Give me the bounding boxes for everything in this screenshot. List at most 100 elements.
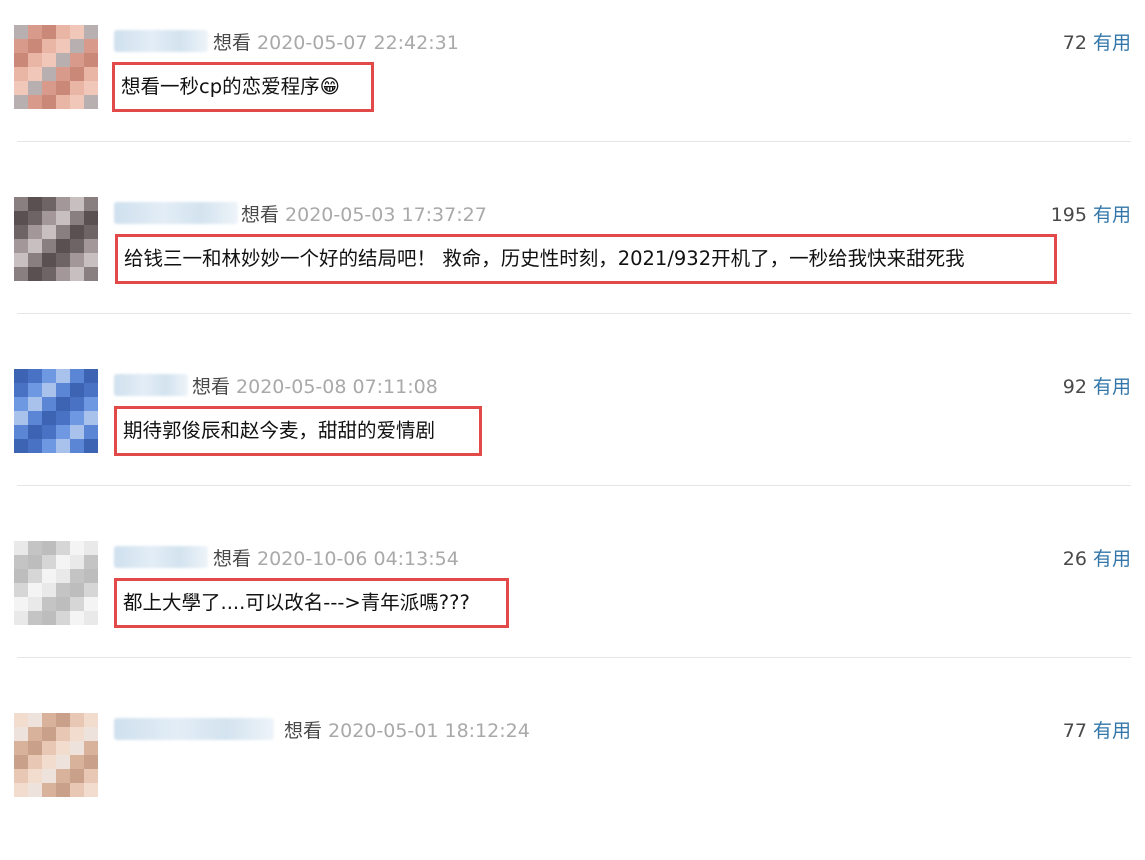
avatar-mosaic-cell: [14, 541, 28, 555]
avatar-mosaic-cell: [56, 555, 70, 569]
useful-link[interactable]: 有用: [1093, 32, 1131, 54]
watch-status: 想看: [284, 720, 323, 742]
comment-time: 2020-05-08 07:11:08: [236, 376, 438, 398]
avatar-mosaic-cell: [28, 25, 42, 39]
comment-item: 想看 2020-05-03 17:37:27 195 有用 给钱三一和林妙妙一个好的…: [0, 172, 1145, 344]
avatar-mosaic-cell: [28, 769, 42, 783]
divider: [17, 141, 1131, 142]
avatar-mosaic-cell: [84, 25, 98, 39]
avatar-mosaic-cell: [42, 397, 56, 411]
comment-text: 想看一秒cp的恋爱程序😁: [121, 75, 340, 98]
avatar-mosaic-cell: [84, 267, 98, 281]
comment-meta: 想看 2020-05-08 07:11:08: [192, 374, 438, 400]
username-blurred[interactable]: [114, 718, 274, 740]
avatar-mosaic-cell: [84, 741, 98, 755]
avatar-mosaic-cell: [70, 383, 84, 397]
avatar-mosaic-cell: [56, 755, 70, 769]
avatar[interactable]: [14, 197, 98, 283]
avatar-mosaic-cell: [70, 713, 84, 727]
avatar[interactable]: [14, 713, 98, 799]
avatar-mosaic-cell: [42, 741, 56, 755]
watch-status: 想看: [213, 548, 252, 570]
avatar-mosaic-cell: [42, 755, 56, 769]
avatar-mosaic-cell: [56, 597, 70, 611]
avatar-mosaic-cell: [28, 583, 42, 597]
avatar-mosaic-cell: [70, 53, 84, 67]
useful-link[interactable]: 有用: [1093, 376, 1131, 398]
avatar-mosaic-cell: [28, 755, 42, 769]
avatar-mosaic-cell: [56, 369, 70, 383]
avatar-mosaic-cell: [14, 755, 28, 769]
avatar-mosaic-cell: [28, 397, 42, 411]
avatar-mosaic-cell: [28, 411, 42, 425]
avatar-mosaic-cell: [70, 239, 84, 253]
avatar-mosaic-cell: [70, 783, 84, 797]
comment-text-highlight: 给钱三一和林妙妙一个好的结局吧！ 救命，历史性时刻，2021/932开机了，一秒…: [115, 234, 1057, 284]
avatar-mosaic-cell: [28, 541, 42, 555]
useful-link[interactable]: 有用: [1093, 204, 1131, 226]
avatar-mosaic-cell: [14, 81, 28, 95]
avatar-mosaic-cell: [28, 555, 42, 569]
avatar-mosaic-cell: [84, 611, 98, 625]
avatar-mosaic-cell: [56, 583, 70, 597]
avatar-mosaic-cell: [42, 267, 56, 281]
comment-time: 2020-05-07 22:42:31: [257, 32, 459, 54]
avatar-mosaic-cell: [56, 439, 70, 453]
comment-meta: 想看 2020-05-01 18:12:24: [284, 718, 530, 744]
useful-link[interactable]: 有用: [1093, 720, 1131, 742]
avatar-mosaic-cell: [56, 425, 70, 439]
avatar-mosaic-cell: [28, 727, 42, 741]
avatar-mosaic-cell: [70, 439, 84, 453]
avatar-mosaic-cell: [70, 583, 84, 597]
avatar-mosaic-cell: [84, 95, 98, 109]
avatar-mosaic-cell: [42, 25, 56, 39]
avatar-mosaic-cell: [70, 555, 84, 569]
avatar-mosaic-cell: [56, 239, 70, 253]
avatar-mosaic-cell: [70, 727, 84, 741]
avatar-mosaic-cell: [56, 727, 70, 741]
avatar[interactable]: [14, 541, 98, 627]
avatar-mosaic-cell: [14, 783, 28, 797]
avatar-mosaic-cell: [56, 211, 70, 225]
avatar-mosaic-cell: [84, 555, 98, 569]
comment-text: 给钱三一和林妙妙一个好的结局吧！ 救命，历史性时刻，2021/932开机了，一秒…: [124, 247, 965, 270]
username-blurred[interactable]: [114, 374, 188, 396]
username-blurred[interactable]: [114, 546, 208, 568]
avatar-mosaic-cell: [28, 783, 42, 797]
avatar-mosaic-cell: [28, 267, 42, 281]
avatar-mosaic-cell: [70, 597, 84, 611]
avatar-mosaic-cell: [14, 411, 28, 425]
avatar-mosaic-cell: [42, 369, 56, 383]
avatar-mosaic-cell: [56, 741, 70, 755]
vote-count: 77: [1062, 720, 1087, 742]
useful-link[interactable]: 有用: [1093, 548, 1131, 570]
vote-count: 92: [1062, 376, 1087, 398]
avatar-mosaic-cell: [14, 369, 28, 383]
avatar-mosaic-cell: [84, 439, 98, 453]
avatar-mosaic-cell: [56, 383, 70, 397]
avatar-mosaic-cell: [42, 81, 56, 95]
avatar[interactable]: [14, 369, 98, 455]
avatar-mosaic-cell: [70, 211, 84, 225]
comment-item: 想看 2020-05-01 18:12:24 77 有用: [0, 688, 1145, 860]
avatar-mosaic-cell: [84, 755, 98, 769]
avatar-mosaic-cell: [70, 755, 84, 769]
avatar-mosaic-cell: [14, 211, 28, 225]
avatar-mosaic-cell: [84, 569, 98, 583]
avatar[interactable]: [14, 25, 98, 111]
avatar-mosaic-cell: [14, 267, 28, 281]
avatar-mosaic-cell: [70, 81, 84, 95]
avatar-mosaic-cell: [28, 713, 42, 727]
avatar-mosaic-cell: [84, 253, 98, 267]
username-blurred[interactable]: [114, 30, 208, 52]
avatar-mosaic-cell: [70, 541, 84, 555]
avatar-mosaic-cell: [28, 611, 42, 625]
avatar-mosaic-cell: [84, 211, 98, 225]
avatar-mosaic-cell: [56, 411, 70, 425]
avatar-mosaic-cell: [84, 369, 98, 383]
avatar-mosaic-cell: [28, 253, 42, 267]
avatar-mosaic-cell: [14, 713, 28, 727]
vote-area: 92 有用: [1063, 374, 1131, 400]
username-blurred[interactable]: [114, 202, 238, 224]
avatar-mosaic-cell: [56, 541, 70, 555]
